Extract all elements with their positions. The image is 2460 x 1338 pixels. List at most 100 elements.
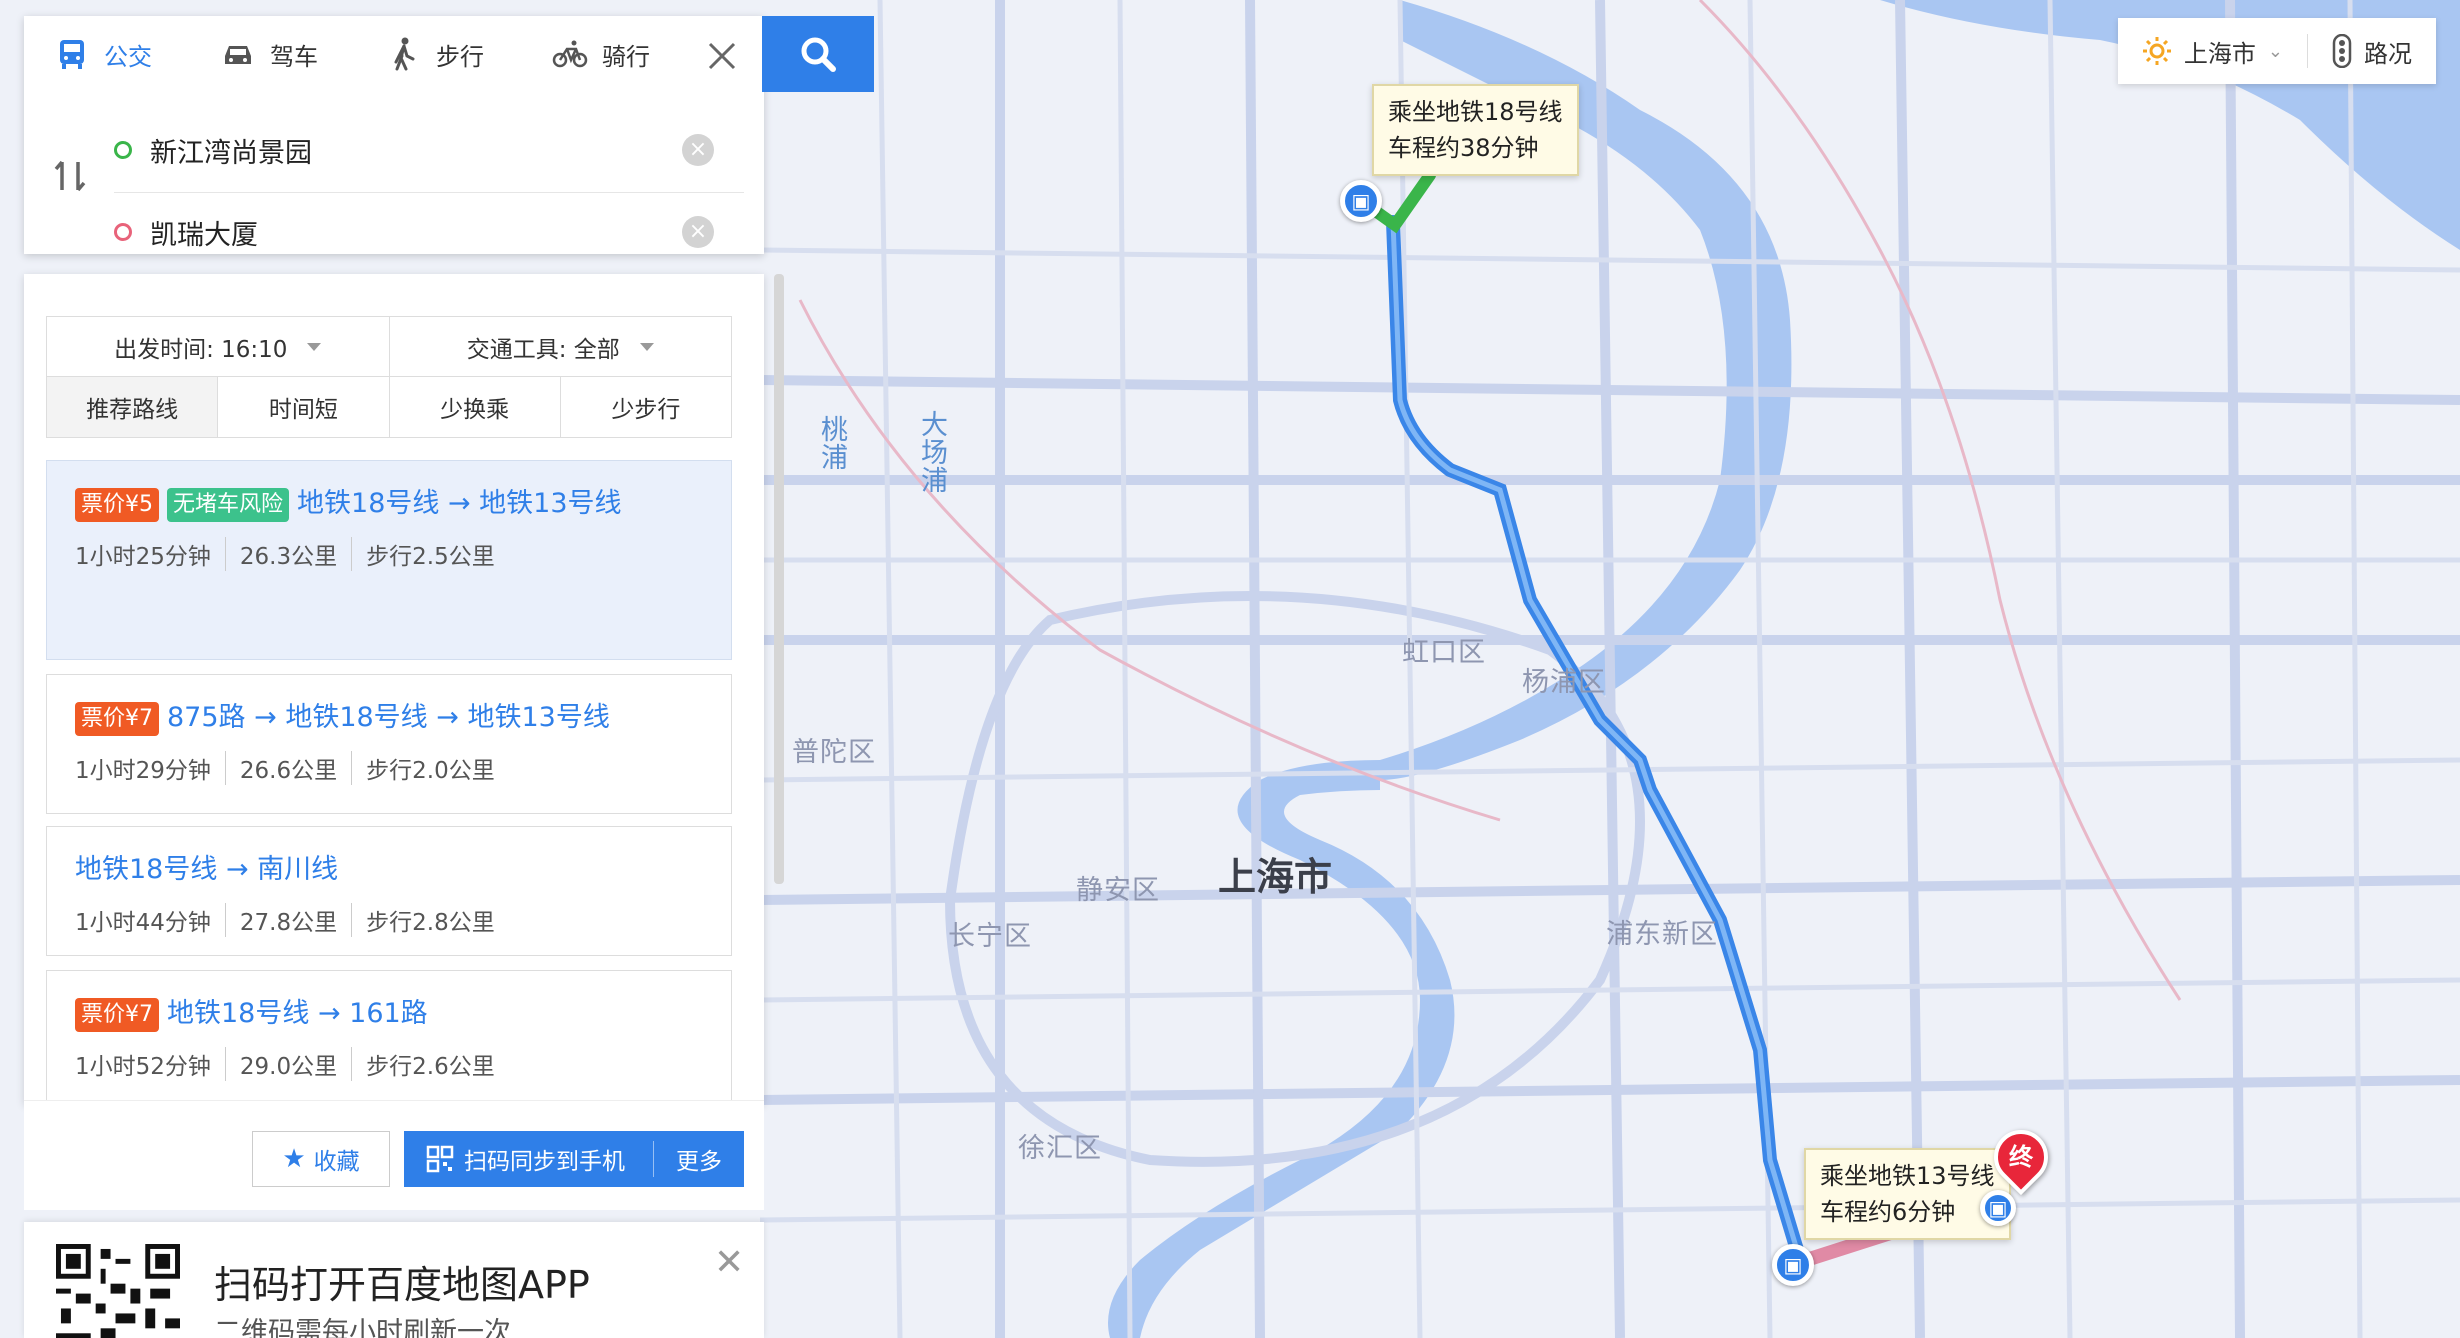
bus-icon [60,40,84,69]
depart-time-label: 出发时间: 16:10 [114,336,288,363]
fare-badge: 票价¥7 [75,997,159,1032]
route-meta: 1小时44分钟 27.8公里 步行2.8公里 [75,903,703,937]
city-label: 上海市 [1218,855,1333,899]
sync-to-phone-button[interactable]: 扫码同步到手机 更多 [404,1131,744,1187]
traffic-label: 路况 [2364,39,2412,68]
bike-icon [552,40,588,68]
route-title: 票价¥7 875路 → 地铁18号线 → 地铁13号线 [75,693,703,743]
clear-icon[interactable]: × [682,216,714,248]
tab-label: 步行 [436,42,484,71]
route-distance: 26.6公里 [224,751,351,785]
more-button[interactable]: 更多 [654,1142,744,1176]
bubble-line: 乘坐地铁18号线 [1388,98,1563,126]
route-option[interactable]: 票价¥7 875路 → 地铁18号线 → 地铁13号线 1小时29分钟 26.6公… [46,674,732,814]
depart-time-select[interactable]: 出发时间: 16:10 [47,317,390,376]
sort-tab-fewest-transfers[interactable]: 少换乘 [390,377,561,437]
route-walk: 步行2.5公里 [351,537,509,571]
route-option[interactable]: 票价¥7 地铁18号线 → 161路 1小时52分钟 29.0公里 步行2.6公里 [46,970,732,1100]
route-lines: 875路 → 地铁18号线 → 地铁13号线 [167,702,610,733]
map-top-right-controls: 上海市 ⌄ 路况 [2117,18,2436,84]
tab-bike[interactable]: 骑行 [552,36,718,72]
bus-stop-icon[interactable]: ▣ [1340,180,1382,222]
bubble-line: 车程约6分钟 [1820,1198,1956,1226]
bus-stop-icon[interactable]: ▣ [1772,1244,1814,1286]
route-bubble-end: 乘坐地铁13号线 车程约6分钟 [1804,1148,2011,1240]
vehicle-select[interactable]: 交通工具: 全部 [390,317,732,376]
sync-main[interactable]: 扫码同步到手机 [404,1141,654,1177]
origin-text: 新江湾尚景园 [150,137,312,169]
river-label: 大场浦 [916,410,947,494]
bus-stop-icon[interactable]: ▣ [1980,1190,2016,1226]
district-label: 静安区 [1076,875,1160,906]
sort-tab-recommended[interactable]: 推荐路线 [47,377,219,437]
route-meta: 1小时52分钟 29.0公里 步行2.6公里 [75,1047,703,1081]
route-lines: 地铁18号线 → 161路 [167,998,428,1029]
sort-tab-least-walking[interactable]: 少步行 [561,377,731,437]
promo-subtitle: 二维码需每小时刷新一次 [214,1317,511,1338]
city-switcher[interactable]: 上海市 ⌄ [2118,18,2307,84]
star-icon: ★ [282,1144,306,1174]
bubble-line: 乘坐地铁13号线 [1820,1162,1995,1190]
destination-field[interactable]: 凯瑞大厦 × [114,192,714,272]
route-duration: 1小时44分钟 [75,910,211,936]
tab-drive[interactable]: 驾车 [220,36,386,72]
route-meta: 1小时29分钟 26.6公里 步行2.0公里 [75,751,703,785]
traffic-light-icon [2332,34,2352,68]
route-meta: 1小时25分钟 26.3公里 步行2.5公里 [75,537,703,571]
vehicle-label: 交通工具: 全部 [466,336,620,363]
tab-walk[interactable]: 步行 [386,36,552,72]
route-title: 票价¥5 无堵车风险 地铁18号线 → 地铁13号线 [75,479,703,529]
tab-label: 公交 [104,42,152,71]
destination-text: 凯瑞大厦 [150,219,258,251]
route-walk: 步行2.8公里 [351,903,509,937]
route-title: 地铁18号线 → 南川线 [75,845,703,895]
origin-field[interactable]: 新江湾尚景园 × [114,110,714,190]
route-walk: 步行2.6公里 [351,1047,509,1081]
route-option[interactable]: 票价¥5 无堵车风险 地铁18号线 → 地铁13号线 1小时25分钟 26.3公里 … [46,460,732,660]
favorite-label: 收藏 [313,1149,360,1175]
travel-mode-tabs: 公交 驾车 步行 骑行 [24,16,764,92]
clear-icon[interactable]: × [682,134,714,166]
route-option[interactable]: 地铁18号线 → 南川线 1小时44分钟 27.8公里 步行2.8公里 [46,826,732,956]
sort-tab-fastest[interactable]: 时间短 [218,377,390,437]
car-icon [225,46,251,64]
route-search-panel: 公交 驾车 步行 骑行 新江湾尚景园 × 凯瑞大厦 × [24,16,764,254]
fare-badge: 票价¥5 [75,487,159,522]
search-button[interactable] [762,16,874,92]
district-label: 虹口区 [1402,637,1486,668]
route-distance: 27.8公里 [224,903,351,937]
route-filters: 出发时间: 16:10 交通工具: 全部 推荐路线 时间短 少换乘 少步行 [46,316,732,438]
sync-label: 扫码同步到手机 [464,1149,625,1175]
action-bar: ★ 收藏 扫码同步到手机 更多 [24,1100,764,1210]
close-icon[interactable] [702,36,742,76]
no-traffic-badge: 无堵车风险 [167,487,290,522]
route-duration: 1小时25分钟 [75,544,211,570]
chevron-down-icon [639,342,654,351]
origin-dot [114,141,132,159]
scrollbar[interactable] [774,274,784,884]
route-duration: 1小时52分钟 [75,1054,211,1080]
route-distance: 29.0公里 [224,1047,351,1081]
route-lines: 地铁18号线 → 地铁13号线 [297,488,622,519]
traffic-button[interactable]: 路况 [2308,18,2436,84]
qr-code-image [56,1244,180,1338]
search-icon [801,37,836,72]
district-label: 浦东新区 [1606,919,1718,950]
end-marker-label: 终 [2009,1143,2033,1171]
close-icon[interactable]: ✕ [714,1242,744,1283]
sun-icon [2142,37,2171,65]
district-label: 徐汇区 [1018,1133,1102,1164]
district-label: 长宁区 [948,921,1032,952]
route-results-panel: 出发时间: 16:10 交通工具: 全部 推荐路线 时间短 少换乘 少步行 票价… [24,274,784,1210]
favorite-button[interactable]: ★ 收藏 [252,1131,390,1187]
route-walk: 步行2.0公里 [351,751,509,785]
tab-bus[interactable]: 公交 [54,36,220,72]
swap-icon[interactable] [50,156,90,196]
tab-label: 骑行 [602,42,650,71]
chevron-down-icon [307,342,322,351]
destination-dot [114,223,132,241]
city-name: 上海市 [2183,39,2256,68]
walk-icon [394,37,415,71]
bubble-line: 车程约38分钟 [1388,134,1539,162]
fare-badge: 票价¥7 [75,701,159,736]
